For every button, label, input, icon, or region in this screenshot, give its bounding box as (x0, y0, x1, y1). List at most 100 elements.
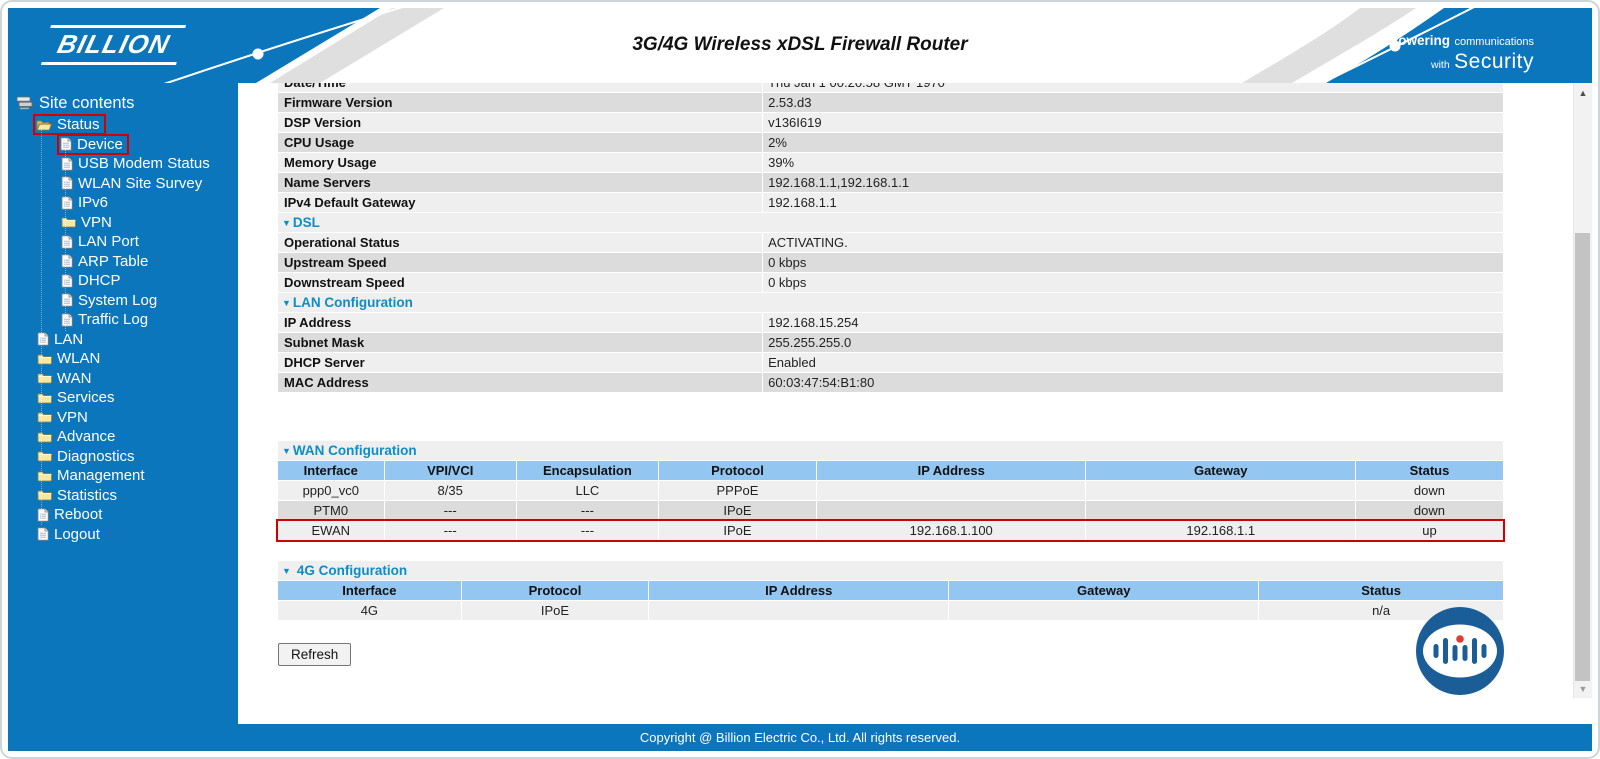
column-header: Gateway (1086, 461, 1356, 480)
info-sections: Date/TimeThu Jan 1 00:20:58 GMT 1970Firm… (278, 83, 1503, 392)
site-contents-icon (16, 96, 33, 110)
sidebar-item-label: LAN Port (78, 233, 139, 250)
sidebar-item-logout[interactable]: Logout (8, 525, 238, 545)
column-header: Protocol (462, 581, 649, 600)
column-header: Protocol (659, 461, 817, 480)
table-cell: IPoE (462, 601, 649, 620)
table-cell: --- (517, 521, 659, 540)
info-row: IP Address192.168.15.254 (278, 313, 1503, 332)
info-value: v136I619 (763, 113, 1503, 132)
sidebar-item-wlan-site-survey[interactable]: WLAN Site Survey (8, 174, 238, 194)
section-title: DSL (293, 215, 320, 230)
table-cell: --- (385, 521, 517, 540)
refresh-button[interactable]: Refresh (278, 643, 351, 666)
column-header: Interface (278, 581, 462, 600)
sidebar-root-site-contents[interactable]: Site contents (8, 91, 238, 115)
table-cell: IPoE (659, 521, 817, 540)
table-cell: --- (517, 501, 659, 520)
tree-guide-line (65, 145, 66, 331)
sidebar-tree: Status Device USB Modem Status WLAN Site Su… (8, 115, 238, 544)
collapse-triangle-icon: ▼ (282, 566, 291, 576)
folder-icon (37, 450, 52, 462)
sidebar-item-lan-port[interactable]: LAN Port (8, 232, 238, 252)
tree-item-content: WLAN Site Survey (60, 175, 206, 192)
document-icon (37, 527, 49, 541)
document-icon (61, 196, 73, 210)
4g-configuration-table: InterfaceProtocolIP AddressGatewayStatus… (278, 581, 1503, 620)
document-icon (60, 137, 72, 151)
info-label: Firmware Version (278, 93, 763, 112)
document-icon (61, 274, 73, 288)
sidebar-item-management[interactable]: Management (8, 466, 238, 486)
table-header-row: InterfaceVPI/VCIEncapsulationProtocolIP … (278, 461, 1503, 480)
document-icon (61, 313, 73, 327)
document-icon (37, 332, 49, 346)
column-header: VPI/VCI (385, 461, 517, 480)
sidebar-item-diagnostics[interactable]: Diagnostics (8, 447, 238, 467)
wan-configuration-table: InterfaceVPI/VCIEncapsulationProtocolIP … (278, 461, 1503, 540)
table-cell (1086, 501, 1356, 520)
tree-guide-line (41, 127, 42, 525)
info-value: ACTIVATING. (763, 233, 1503, 252)
info-row: Date/TimeThu Jan 1 00:20:58 GMT 1970 (278, 83, 1503, 92)
info-row: Firmware Version2.53.d3 (278, 93, 1503, 112)
sidebar-item-services[interactable]: Services (8, 388, 238, 408)
table-cell: PPPoE (659, 481, 817, 500)
info-label: MAC Address (278, 373, 763, 392)
sidebar-item-system-log[interactable]: System Log (8, 291, 238, 311)
table-cell: --- (385, 501, 517, 520)
info-row: CPU Usage2% (278, 133, 1503, 152)
sidebar-item-vpn[interactable]: VPN (8, 408, 238, 428)
sidebar-item-lan[interactable]: LAN (8, 330, 238, 350)
info-label: IP Address (278, 313, 763, 332)
tree-item-content: LAN Port (60, 233, 143, 250)
tree-item-content: Management (36, 467, 149, 484)
column-header: Encapsulation (517, 461, 659, 480)
slogan: Powering communications with Security (1389, 32, 1534, 73)
slogan-security: Security (1454, 50, 1534, 73)
tree-item-content: WAN (36, 370, 95, 387)
sidebar-item-reboot[interactable]: Reboot (8, 505, 238, 525)
lan-configuration-section-header[interactable]: ▼LAN Configuration (278, 293, 1503, 312)
dsl-section-header[interactable]: ▼DSL (278, 213, 1503, 232)
sidebar-item-device[interactable]: Device (8, 135, 238, 155)
scrollbar-thumb[interactable] (1575, 233, 1590, 681)
sidebar-item-dhcp[interactable]: DHCP (8, 271, 238, 291)
info-value: 192.168.15.254 (763, 313, 1503, 332)
sidebar-item-label: Status (57, 116, 100, 133)
sidebar-item-label: Services (57, 389, 115, 406)
4g-configuration-section-header[interactable]: ▼4G Configuration (278, 561, 1503, 580)
sidebar-item-advance[interactable]: Advance (8, 427, 238, 447)
sidebar-item-traffic-log[interactable]: Traffic Log (8, 310, 238, 330)
info-row: Name Servers192.168.1.1,192.168.1.1 (278, 173, 1503, 192)
sidebar-item-label: LAN (54, 331, 83, 348)
sidebar-item-statistics[interactable]: Statistics (8, 486, 238, 506)
scroll-up-icon[interactable]: ▲ (1574, 86, 1592, 100)
sidebar-item-label: Traffic Log (78, 311, 148, 328)
tree-item-content: Reboot (36, 506, 106, 523)
sidebar-item-usb-modem-status[interactable]: USB Modem Status (8, 154, 238, 174)
page-title: 3G/4G Wireless xDSL Firewall Router (632, 34, 967, 56)
sidebar-item-ipv6[interactable]: IPv6 (8, 193, 238, 213)
sidebar-item-wan[interactable]: WAN (8, 369, 238, 389)
sidebar-item-wlan[interactable]: WLAN (8, 349, 238, 369)
scroll-down-icon[interactable]: ▼ (1574, 682, 1592, 696)
sidebar-item-vpn[interactable]: VPN (8, 213, 238, 233)
sidebar-item-arp-table[interactable]: ARP Table (8, 252, 238, 272)
table-cell: down (1356, 481, 1503, 500)
tree-item-content: Services (36, 389, 119, 406)
tree-item-content: ARP Table (60, 253, 152, 270)
sidebar-item-label: ARP Table (78, 253, 148, 270)
table-cell: 4G (278, 601, 462, 620)
wan-configuration-section-header[interactable]: ▼WAN Configuration (278, 441, 1503, 460)
table-cell: 192.168.1.1 (1086, 521, 1356, 540)
info-row: Downstream Speed0 kbps (278, 273, 1503, 292)
info-label: Upstream Speed (278, 253, 763, 272)
info-row: IPv4 Default Gateway192.168.1.1 (278, 193, 1503, 212)
sidebar-item-label: Device (77, 136, 123, 153)
scrollbar[interactable]: ▲ ▼ (1573, 83, 1592, 698)
tree-item-content: USB Modem Status (60, 155, 214, 172)
table-cell: LLC (517, 481, 659, 500)
sidebar-item-status[interactable]: Status (8, 115, 238, 135)
info-row: MAC Address60:03:47:54:B1:80 (278, 373, 1503, 392)
